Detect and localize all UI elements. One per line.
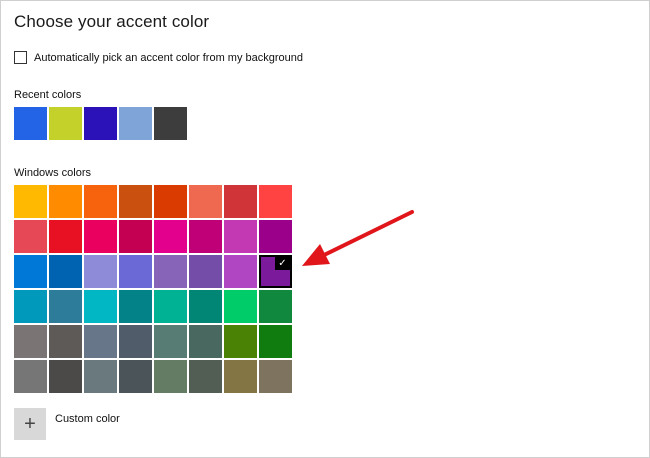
windows-color-swatch[interactable] — [189, 325, 222, 358]
windows-color-swatch[interactable] — [49, 325, 82, 358]
windows-color-swatch[interactable] — [259, 290, 292, 323]
windows-colors-label: Windows colors — [14, 167, 92, 179]
recent-colors-row — [14, 107, 187, 140]
windows-color-swatch[interactable] — [119, 185, 152, 218]
windows-color-swatch[interactable] — [189, 185, 222, 218]
windows-color-swatch[interactable] — [189, 255, 222, 288]
custom-color-label[interactable]: Custom color — [55, 413, 120, 425]
windows-colors-grid: ✓ — [14, 185, 292, 393]
auto-pick-label[interactable]: Automatically pick an accent color from … — [34, 52, 303, 64]
windows-color-swatch[interactable] — [119, 255, 152, 288]
custom-color-row[interactable]: + Custom color — [14, 408, 120, 440]
windows-color-swatch[interactable] — [154, 255, 187, 288]
checkmark-icon: ✓ — [275, 257, 290, 270]
annotation-arrow — [302, 210, 414, 266]
windows-color-swatch[interactable] — [154, 185, 187, 218]
windows-color-swatch[interactable] — [14, 220, 47, 253]
plus-icon[interactable]: + — [14, 408, 46, 440]
recent-color-swatch[interactable] — [84, 107, 117, 140]
windows-color-swatch[interactable] — [84, 325, 117, 358]
windows-color-swatch[interactable] — [224, 220, 257, 253]
windows-color-swatch[interactable] — [14, 360, 47, 393]
windows-color-swatch[interactable] — [84, 290, 117, 323]
windows-color-swatch[interactable] — [224, 255, 257, 288]
windows-color-swatch[interactable] — [189, 220, 222, 253]
windows-color-swatch[interactable] — [224, 185, 257, 218]
windows-color-swatch[interactable] — [49, 185, 82, 218]
windows-color-swatch[interactable] — [84, 185, 117, 218]
windows-color-swatch[interactable] — [14, 325, 47, 358]
windows-color-swatch-selected[interactable]: ✓ — [259, 255, 292, 288]
windows-color-swatch[interactable] — [189, 290, 222, 323]
recent-color-swatch[interactable] — [14, 107, 47, 140]
windows-color-swatch[interactable] — [14, 185, 47, 218]
windows-color-swatch[interactable] — [189, 360, 222, 393]
page-title: Choose your accent color — [14, 12, 210, 31]
windows-color-swatch[interactable] — [84, 220, 117, 253]
windows-color-swatch[interactable] — [154, 220, 187, 253]
windows-color-swatch[interactable] — [49, 360, 82, 393]
windows-color-swatch[interactable] — [119, 360, 152, 393]
windows-color-swatch[interactable] — [119, 325, 152, 358]
windows-color-swatch[interactable] — [259, 185, 292, 218]
windows-color-swatch[interactable] — [224, 325, 257, 358]
windows-color-swatch[interactable] — [84, 360, 117, 393]
recent-color-swatch[interactable] — [119, 107, 152, 140]
windows-color-swatch[interactable] — [259, 360, 292, 393]
auto-pick-checkbox-row[interactable]: Automatically pick an accent color from … — [14, 51, 303, 64]
windows-color-swatch[interactable] — [119, 290, 152, 323]
windows-color-swatch[interactable] — [49, 220, 82, 253]
recent-color-swatch[interactable] — [49, 107, 82, 140]
windows-color-swatch[interactable] — [14, 255, 47, 288]
windows-color-swatch[interactable] — [259, 325, 292, 358]
windows-color-swatch[interactable] — [154, 325, 187, 358]
windows-color-swatch[interactable] — [119, 220, 152, 253]
windows-color-swatch[interactable] — [154, 360, 187, 393]
windows-color-swatch[interactable] — [84, 255, 117, 288]
recent-color-swatch[interactable] — [154, 107, 187, 140]
windows-color-swatch[interactable] — [259, 220, 292, 253]
windows-color-swatch[interactable] — [49, 290, 82, 323]
recent-colors-label: Recent colors — [14, 89, 82, 101]
windows-color-swatch[interactable] — [224, 360, 257, 393]
windows-color-swatch[interactable] — [154, 290, 187, 323]
arrow-shaft — [316, 210, 414, 260]
windows-color-swatch[interactable] — [14, 290, 47, 323]
auto-pick-checkbox[interactable] — [14, 51, 27, 64]
windows-color-swatch[interactable] — [49, 255, 82, 288]
windows-color-swatch[interactable] — [224, 290, 257, 323]
